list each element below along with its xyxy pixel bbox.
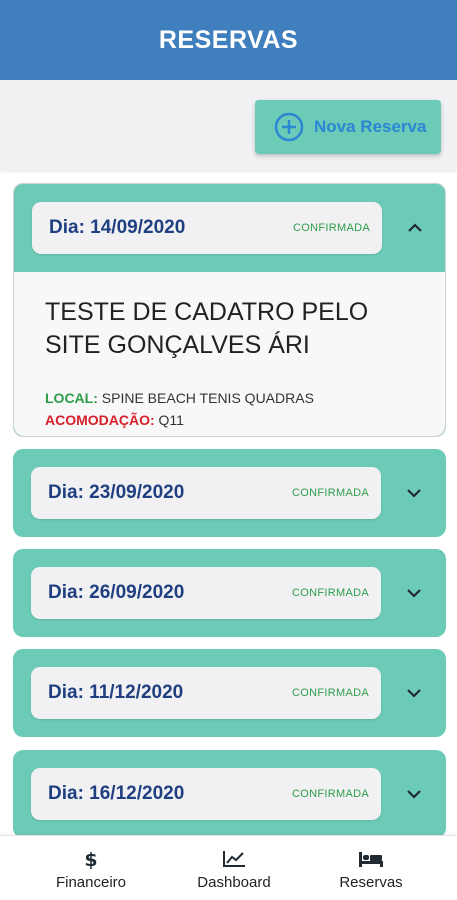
reservation-date-pill: Dia: 14/09/2020 CONFIRMADA <box>32 202 382 254</box>
reservation-list: Dia: 14/09/2020 CONFIRMADA TESTE DE CADA… <box>0 170 457 835</box>
nav-label: Reservas <box>339 874 403 891</box>
nav-label: Financeiro <box>55 874 127 891</box>
status-badge: CONFIRMADA <box>292 487 369 499</box>
new-reservation-label: Nova Reserva <box>314 117 427 136</box>
reservation-card[interactable]: Dia: 23/09/2020 CONFIRMADA <box>13 449 446 537</box>
reservation-card[interactable]: Dia: 26/09/2020 CONFIRMADA <box>13 549 446 637</box>
reservation-date-pill: Dia: 23/09/2020 CONFIRMADA <box>31 467 381 519</box>
reservation-date: Dia: 14/09/2020 <box>49 217 186 238</box>
status-badge: CONFIRMADA <box>292 587 369 599</box>
page-title: RESERVAS <box>158 25 299 54</box>
chevron-down-icon[interactable] <box>405 687 423 699</box>
nav-item-reservas[interactable]: Reservas <box>301 836 441 900</box>
local-value: SPINE BEACH TENIS QUADRAS <box>101 390 314 406</box>
bed-icon <box>358 849 384 869</box>
bottom-navigation: $ Financeiro Dashboard Reservas <box>0 835 457 900</box>
reservation-date: Dia: 23/09/2020 <box>48 482 185 503</box>
acomodacao-key: ACOMODAÇÃO: <box>45 412 155 428</box>
reservation-details: TESTE DE CADATRO PELO SITE GONÇALVES ÁRI… <box>14 272 445 436</box>
reservation-card[interactable]: Dia: 16/12/2020 CONFIRMADA <box>13 750 446 835</box>
reservation-date: Dia: 16/12/2020 <box>48 783 185 804</box>
app-header: RESERVAS <box>0 0 457 80</box>
status-badge: CONFIRMADA <box>293 222 370 234</box>
chevron-down-icon[interactable] <box>405 587 423 599</box>
acomodacao-row: ACOMODAÇÃO: Q11 <box>45 412 184 428</box>
chevron-up-icon[interactable] <box>406 222 424 234</box>
reservation-title: TESTE DE CADATRO PELO SITE GONÇALVES ÁRI <box>45 298 369 359</box>
plus-circle-icon <box>274 112 304 142</box>
status-badge: CONFIRMADA <box>292 687 369 699</box>
new-reservation-button[interactable]: Nova Reserva <box>255 100 441 154</box>
reservation-card[interactable]: Dia: 14/09/2020 CONFIRMADA TESTE DE CADA… <box>13 183 446 437</box>
dollar-icon: $ <box>78 849 104 869</box>
local-key: LOCAL: <box>45 390 98 406</box>
chart-line-icon <box>221 849 247 869</box>
reservation-date: Dia: 26/09/2020 <box>48 582 185 603</box>
reservation-date-pill: Dia: 11/12/2020 CONFIRMADA <box>31 667 381 719</box>
svg-text:$: $ <box>84 849 97 869</box>
reservation-date-pill: Dia: 16/12/2020 CONFIRMADA <box>31 768 381 820</box>
local-row: LOCAL: SPINE BEACH TENIS QUADRAS <box>45 390 314 406</box>
chevron-down-icon[interactable] <box>405 487 423 499</box>
reservation-date: Dia: 11/12/2020 <box>48 682 184 703</box>
nav-item-dashboard[interactable]: Dashboard <box>164 836 304 900</box>
nav-item-financeiro[interactable]: $ Financeiro <box>21 836 161 900</box>
chevron-down-icon[interactable] <box>405 788 423 800</box>
acomodacao-value: Q11 <box>158 412 184 428</box>
nav-label: Dashboard <box>197 874 271 891</box>
reservation-card[interactable]: Dia: 11/12/2020 CONFIRMADA <box>13 649 446 737</box>
status-badge: CONFIRMADA <box>292 788 369 800</box>
reservation-date-pill: Dia: 26/09/2020 CONFIRMADA <box>31 567 381 619</box>
